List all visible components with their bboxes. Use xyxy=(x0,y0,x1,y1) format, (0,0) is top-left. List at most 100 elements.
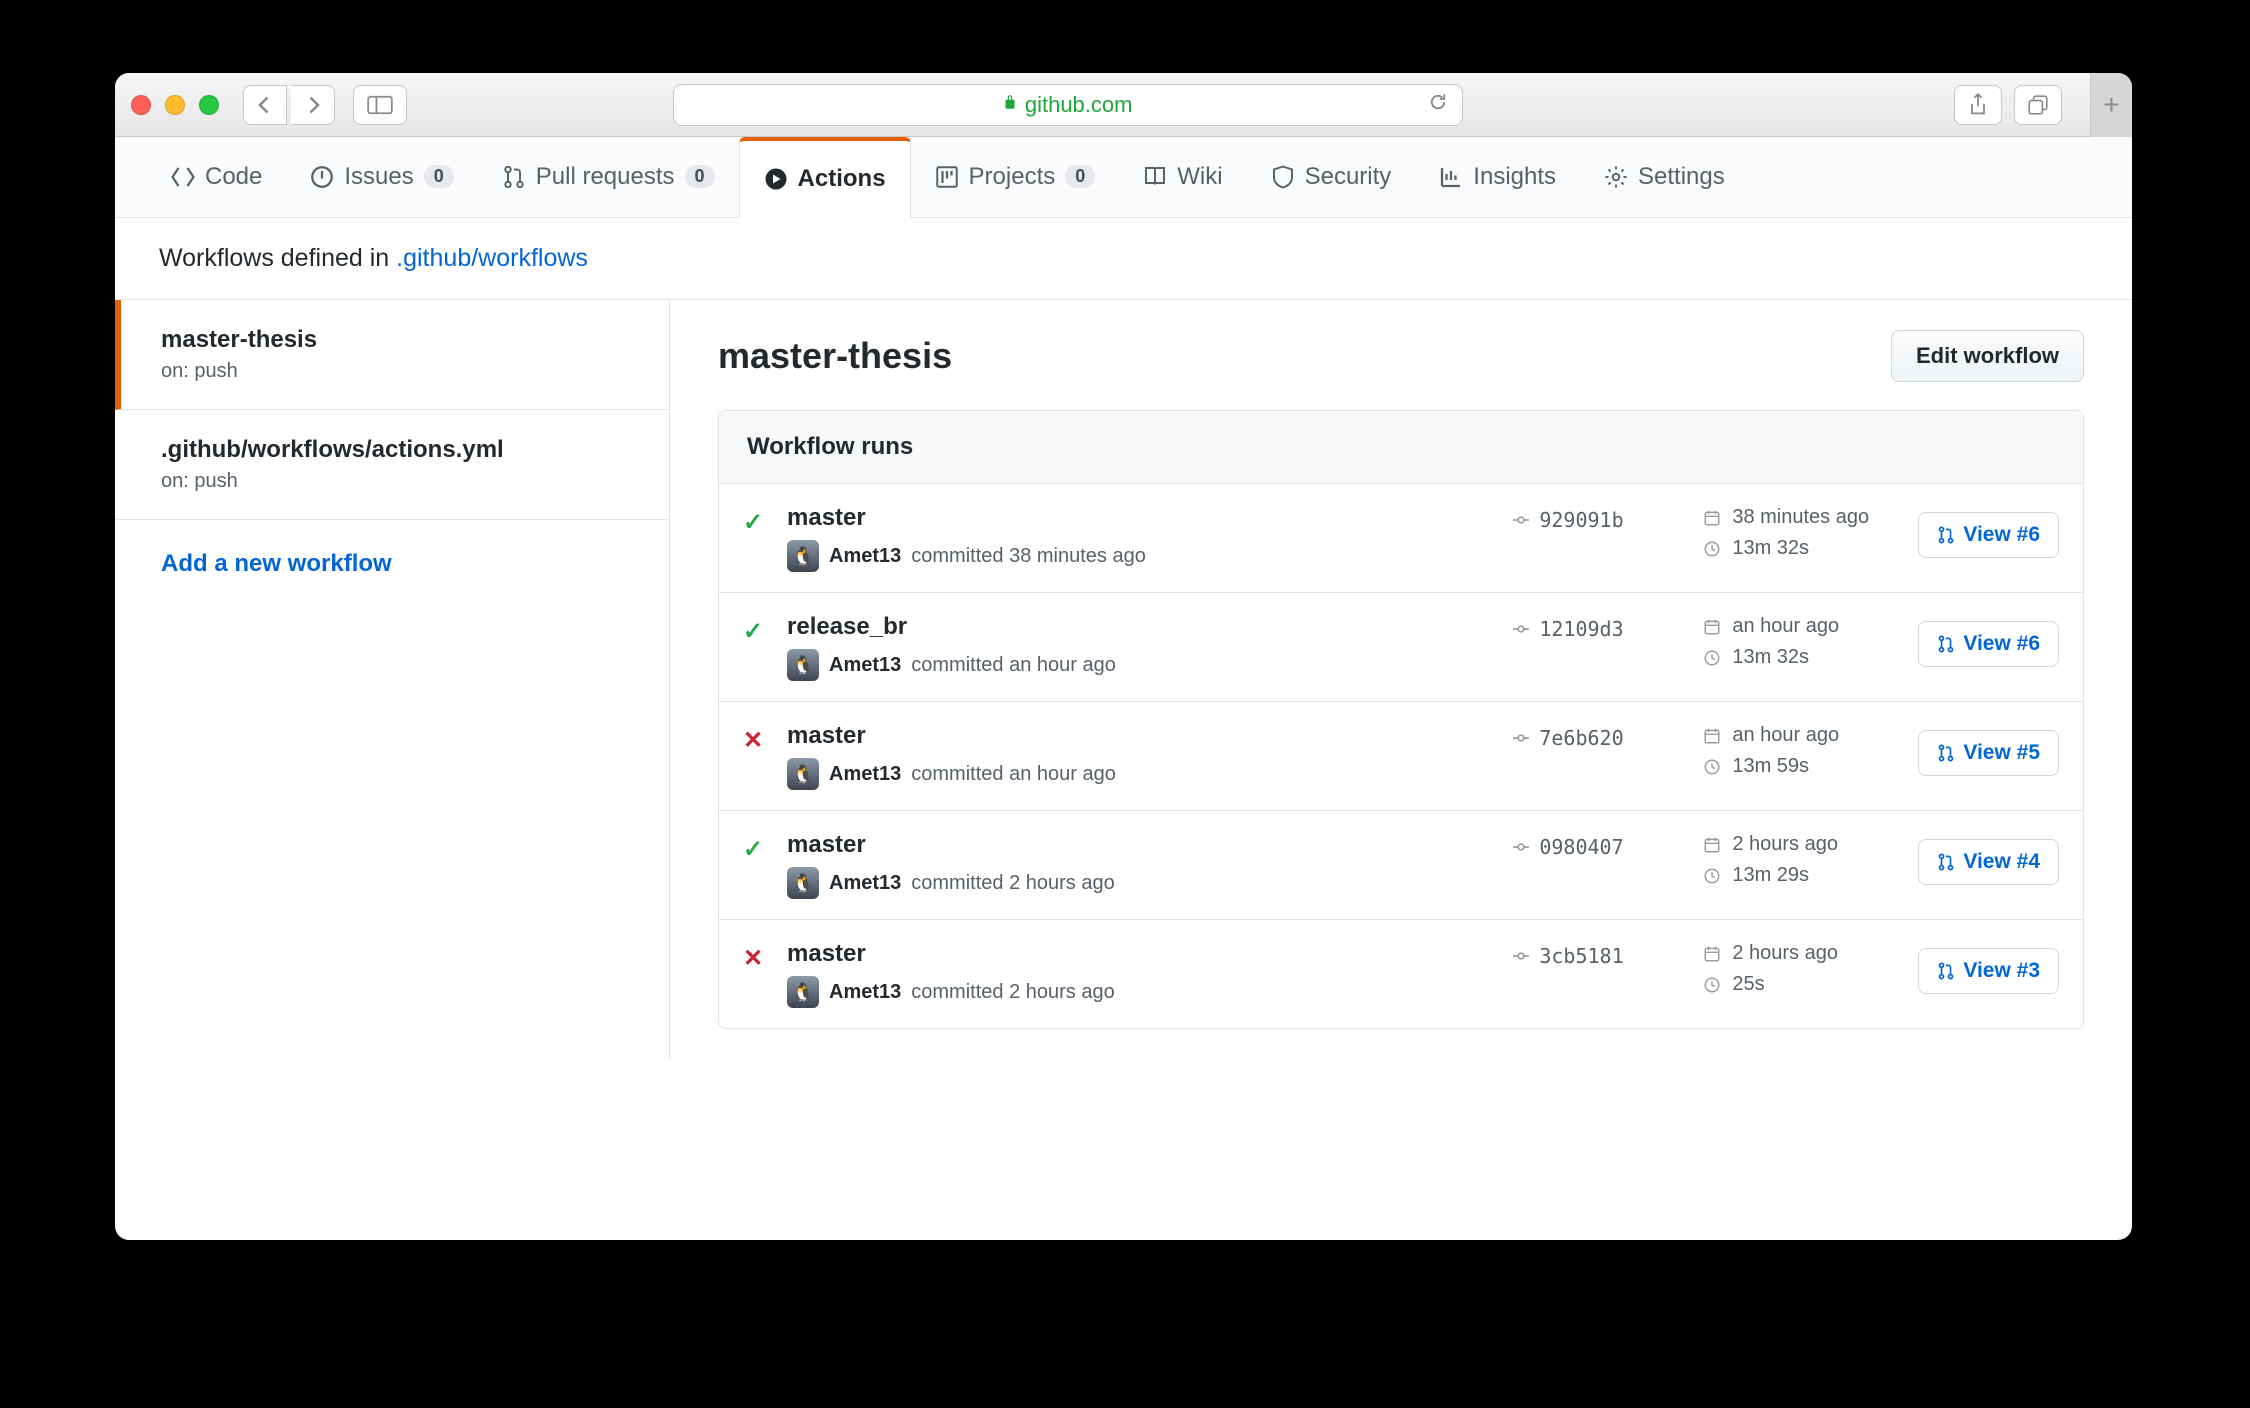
issue-icon xyxy=(310,165,334,189)
minimize-window-button[interactable] xyxy=(165,95,185,115)
tab-security-label: Security xyxy=(1305,163,1392,191)
main-panel: master-thesis Edit workflow Workflow run… xyxy=(670,300,2132,1059)
run-duration: 13m 29s xyxy=(1702,864,1902,887)
commit-sha[interactable]: 3cb5181 xyxy=(1511,944,1686,968)
clock-icon xyxy=(1703,649,1721,667)
reload-icon xyxy=(1428,92,1448,112)
commit-icon xyxy=(1512,947,1530,965)
new-tab-button[interactable]: + xyxy=(2090,73,2132,137)
lock-icon xyxy=(1003,93,1017,116)
titlebar: github.com + xyxy=(115,73,2132,137)
run-ago: 2 hours ago xyxy=(1702,833,1902,856)
clock-icon xyxy=(1703,540,1721,558)
run-author[interactable]: Amet13 xyxy=(829,763,901,786)
run-row[interactable]: ✓ master 🐧 Amet13 committed 2 hours ago … xyxy=(719,811,2083,920)
run-author[interactable]: Amet13 xyxy=(829,981,901,1004)
maximize-window-button[interactable] xyxy=(199,95,219,115)
forward-button[interactable] xyxy=(291,85,335,125)
x-icon: ✕ xyxy=(743,726,771,755)
tab-actions[interactable]: Actions xyxy=(739,137,911,218)
view-run-label: View #6 xyxy=(1963,632,2040,656)
tab-wiki-label: Wiki xyxy=(1177,163,1222,191)
traffic-lights xyxy=(131,95,219,115)
book-icon xyxy=(1143,165,1167,189)
commit-icon xyxy=(1512,511,1530,529)
clock-icon xyxy=(1703,758,1721,776)
run-ago: an hour ago xyxy=(1702,724,1902,747)
view-run-button[interactable]: View #3 xyxy=(1918,948,2059,994)
run-branch: release_br xyxy=(787,613,1495,641)
view-run-button[interactable]: View #5 xyxy=(1918,730,2059,776)
tab-security[interactable]: Security xyxy=(1247,136,1416,217)
commit-icon xyxy=(1512,620,1530,638)
pr-icon xyxy=(1937,962,1955,980)
sidebar-toggle-button[interactable] xyxy=(353,85,407,125)
avatar: 🐧 xyxy=(787,976,819,1008)
chevron-left-icon xyxy=(255,95,275,115)
tab-code-label: Code xyxy=(205,163,262,191)
view-run-button[interactable]: View #6 xyxy=(1918,512,2059,558)
run-author[interactable]: Amet13 xyxy=(829,654,901,677)
tab-pulls[interactable]: Pull requests 0 xyxy=(478,136,739,217)
tabs-button[interactable] xyxy=(2014,85,2062,125)
clock-icon xyxy=(1703,867,1721,885)
view-run-label: View #6 xyxy=(1963,523,2040,547)
tab-insights[interactable]: Insights xyxy=(1415,136,1580,217)
avatar: 🐧 xyxy=(787,540,819,572)
sidebar-workflow-item[interactable]: .github/workflows/actions.ymlon: push xyxy=(115,410,669,520)
close-window-button[interactable] xyxy=(131,95,151,115)
pr-icon xyxy=(502,165,526,189)
tab-actions-label: Actions xyxy=(798,165,886,193)
commit-icon xyxy=(1512,838,1530,856)
commit-sha[interactable]: 0980407 xyxy=(1511,835,1686,859)
run-when: committed an hour ago xyxy=(911,654,1116,677)
add-workflow-link[interactable]: Add a new workflow xyxy=(115,520,669,608)
gear-icon xyxy=(1604,165,1628,189)
tab-issues[interactable]: Issues 0 xyxy=(286,136,477,217)
edit-workflow-button[interactable]: Edit workflow xyxy=(1891,330,2084,382)
run-row[interactable]: ✓ release_br 🐧 Amet13 committed an hour … xyxy=(719,593,2083,702)
commit-sha[interactable]: 929091b xyxy=(1511,508,1686,532)
commit-sha[interactable]: 12109d3 xyxy=(1511,617,1686,641)
run-ago: an hour ago xyxy=(1702,615,1902,638)
tab-code[interactable]: Code xyxy=(147,136,286,217)
tab-projects-label: Projects xyxy=(969,163,1056,191)
run-branch: master xyxy=(787,940,1495,968)
run-author[interactable]: Amet13 xyxy=(829,545,901,568)
issues-count: 0 xyxy=(424,165,454,188)
pr-icon xyxy=(1937,526,1955,544)
check-icon: ✓ xyxy=(743,508,771,537)
share-button[interactable] xyxy=(1954,85,2002,125)
view-run-button[interactable]: View #6 xyxy=(1918,621,2059,667)
chevron-right-icon xyxy=(303,95,323,115)
runs-box: Workflow runs ✓ master 🐧 Amet13 committe… xyxy=(718,410,2084,1029)
sidebar-workflow-item[interactable]: master-thesison: push xyxy=(115,300,669,410)
tabs-icon xyxy=(2027,94,2049,116)
pulls-count: 0 xyxy=(685,165,715,188)
view-run-label: View #5 xyxy=(1963,741,2040,765)
run-row[interactable]: ✓ master 🐧 Amet13 committed 38 minutes a… xyxy=(719,484,2083,593)
browser-window: github.com + Code Issues 0 Pull r xyxy=(115,73,2132,1240)
run-when: committed 38 minutes ago xyxy=(911,545,1146,568)
reload-button[interactable] xyxy=(1428,92,1448,118)
content: master-thesison: push.github/workflows/a… xyxy=(115,299,2132,1059)
tab-projects[interactable]: Projects 0 xyxy=(911,136,1120,217)
back-button[interactable] xyxy=(243,85,287,125)
run-row[interactable]: ✕ master 🐧 Amet13 committed an hour ago … xyxy=(719,702,2083,811)
workflows-path-link[interactable]: .github/workflows xyxy=(396,244,588,272)
commit-sha[interactable]: 7e6b620 xyxy=(1511,726,1686,750)
run-author[interactable]: Amet13 xyxy=(829,872,901,895)
run-row[interactable]: ✕ master 🐧 Amet13 committed 2 hours ago … xyxy=(719,920,2083,1028)
sidebar: master-thesison: push.github/workflows/a… xyxy=(115,300,670,1059)
tab-wiki[interactable]: Wiki xyxy=(1119,136,1246,217)
pr-icon xyxy=(1937,744,1955,762)
project-icon xyxy=(935,165,959,189)
address-bar[interactable]: github.com xyxy=(673,84,1463,126)
avatar: 🐧 xyxy=(787,649,819,681)
avatar: 🐧 xyxy=(787,758,819,790)
commit-icon xyxy=(1512,729,1530,747)
tab-insights-label: Insights xyxy=(1473,163,1556,191)
view-run-button[interactable]: View #4 xyxy=(1918,839,2059,885)
calendar-icon xyxy=(1703,618,1721,636)
tab-settings[interactable]: Settings xyxy=(1580,136,1749,217)
